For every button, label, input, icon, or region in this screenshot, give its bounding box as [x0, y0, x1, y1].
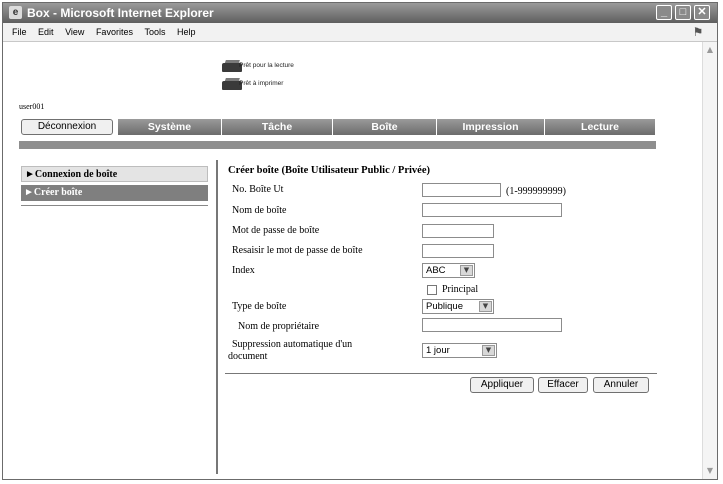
sidebar-item-connexion[interactable]: ►Connexion de boîte: [21, 166, 208, 182]
tab-tache[interactable]: Tâche: [222, 119, 333, 135]
owner-label: Nom de propriétaire: [238, 321, 320, 332]
tab-systeme[interactable]: Système: [118, 119, 222, 135]
menu-view[interactable]: View: [65, 27, 84, 37]
auto-delete-select[interactable]: 1 jour ▼: [422, 343, 497, 358]
close-icon[interactable]: ✕: [694, 5, 710, 20]
sidebar-divider: [21, 205, 208, 206]
menu-bar: File Edit View Favorites Tools Help ⚑: [3, 23, 717, 42]
index-select[interactable]: ABC ▼: [422, 263, 475, 278]
owner-input[interactable]: [422, 318, 562, 332]
box-number-label: No. Boîte Ut: [232, 184, 284, 195]
box-type-select[interactable]: Publique ▼: [422, 299, 494, 314]
browser-window: e Box - Microsoft Internet Explorer _ □ …: [2, 2, 718, 480]
sidebar-item-creer[interactable]: ►Créer boîte: [21, 185, 208, 201]
password-input[interactable]: [422, 224, 494, 238]
header-divider-bar: [19, 141, 656, 149]
principal-checkbox[interactable]: [427, 285, 437, 295]
menu-file[interactable]: File: [12, 27, 27, 37]
tab-boite[interactable]: Boîte: [333, 119, 437, 135]
box-name-label: Nom de boîte: [232, 205, 287, 216]
ie-app-icon: e: [9, 6, 22, 19]
box-name-input[interactable]: [422, 203, 562, 217]
box-number-hint: (1-999999999): [506, 186, 566, 197]
status-print: Prêt à imprimer: [239, 80, 284, 87]
password-confirm-label: Resaisir le mot de passe de boîte: [232, 245, 363, 256]
tab-lecture[interactable]: Lecture: [545, 119, 656, 135]
form-divider: [225, 373, 657, 374]
index-label: Index: [232, 265, 255, 276]
password-label: Mot de passe de boîte: [232, 225, 320, 236]
status-read: Prêt pour la lecture: [239, 62, 294, 69]
chevron-down-icon: ▼: [482, 345, 495, 356]
menu-help[interactable]: Help: [177, 27, 196, 37]
box-type-label: Type de boîte: [232, 301, 287, 312]
arrow-right-icon: ►: [24, 187, 34, 198]
title-bar: e Box - Microsoft Internet Explorer _ □ …: [3, 3, 717, 23]
chevron-down-icon: ▼: [479, 301, 492, 312]
minimize-icon[interactable]: _: [656, 5, 672, 20]
windows-flag-icon: ⚑: [692, 25, 704, 39]
menu-edit[interactable]: Edit: [38, 27, 54, 37]
principal-label: Principal: [442, 284, 479, 295]
scroll-up-icon[interactable]: ▲: [705, 45, 715, 55]
menu-favorites[interactable]: Favorites: [96, 27, 133, 37]
form-title: Créer boîte (Boîte Utilisateur Public / …: [228, 165, 430, 176]
maximize-icon[interactable]: □: [675, 5, 691, 20]
clear-button[interactable]: Effacer: [538, 377, 588, 393]
menu-tools[interactable]: Tools: [144, 27, 165, 37]
apply-button[interactable]: Appliquer: [470, 377, 534, 393]
window-title: Box - Microsoft Internet Explorer: [27, 6, 214, 20]
vertical-divider: [216, 160, 218, 474]
box-number-input[interactable]: [422, 183, 501, 197]
logout-button[interactable]: Déconnexion: [21, 119, 113, 135]
vertical-scrollbar[interactable]: ▲ ▼: [702, 42, 717, 479]
auto-delete-label-2: document: [228, 351, 268, 362]
password-confirm-input[interactable]: [422, 244, 494, 258]
user-name: user001: [19, 102, 45, 111]
arrow-right-icon: ►: [25, 169, 35, 180]
chevron-down-icon: ▼: [460, 265, 473, 276]
auto-delete-label: Suppression automatique d'un: [232, 339, 353, 350]
tab-impression[interactable]: Impression: [437, 119, 545, 135]
page-content: [3, 42, 702, 479]
scroll-down-icon[interactable]: ▼: [705, 466, 715, 476]
cancel-button[interactable]: Annuler: [593, 377, 649, 393]
